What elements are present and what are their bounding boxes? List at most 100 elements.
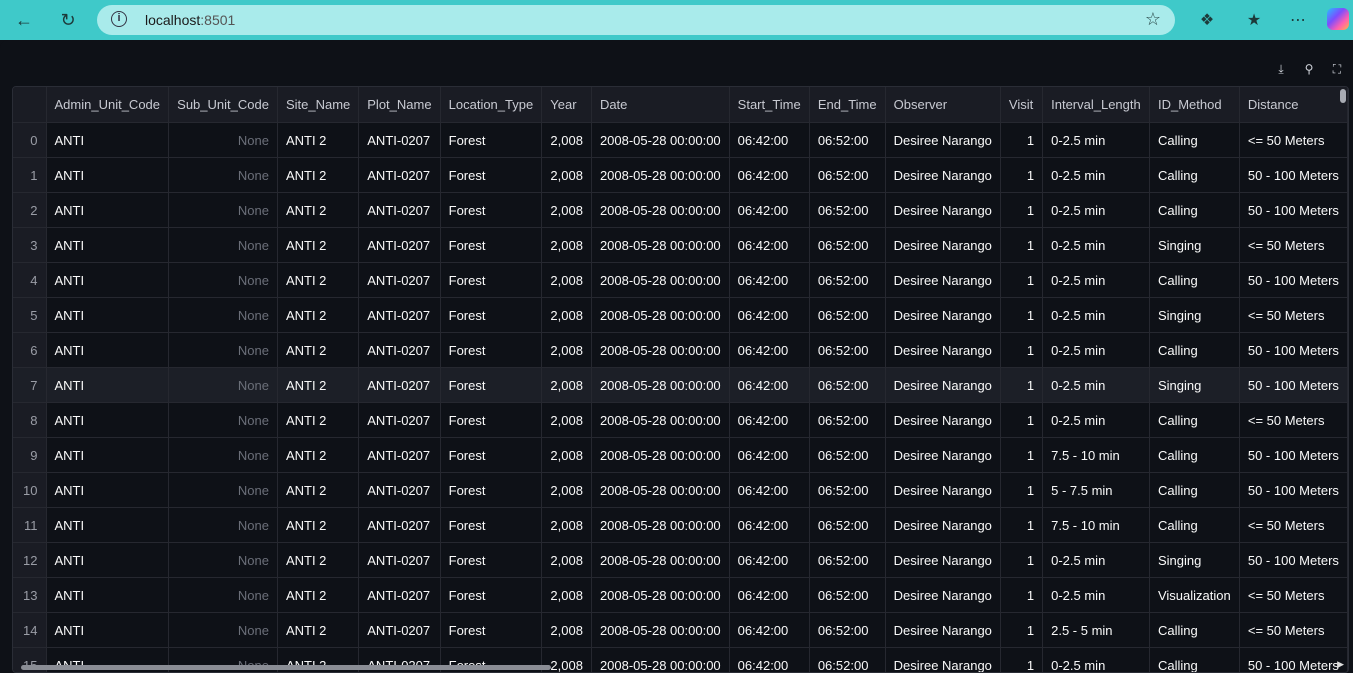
table-cell[interactable]: 5 - 7.5 min bbox=[1043, 473, 1150, 508]
row-index-cell[interactable]: 9 bbox=[13, 438, 46, 473]
table-cell[interactable]: 1 bbox=[1000, 263, 1042, 298]
table-cell[interactable]: 2008-05-28 00:00:00 bbox=[591, 228, 729, 263]
table-cell[interactable]: 06:42:00 bbox=[729, 368, 809, 403]
table-cell[interactable]: Desiree Narango bbox=[885, 158, 1000, 193]
table-cell[interactable]: ANTI-0207 bbox=[359, 193, 440, 228]
table-cell[interactable]: ANTI bbox=[46, 438, 169, 473]
table-cell[interactable]: 06:52:00 bbox=[809, 438, 885, 473]
table-cell[interactable]: 06:42:00 bbox=[729, 403, 809, 438]
table-cell[interactable]: Desiree Narango bbox=[885, 508, 1000, 543]
table-cell[interactable]: 1 bbox=[1000, 333, 1042, 368]
site-info-icon[interactable]: i bbox=[111, 11, 127, 27]
copilot-icon[interactable] bbox=[1327, 8, 1349, 30]
table-cell[interactable]: 50 - 100 Meters bbox=[1239, 648, 1347, 673]
table-cell[interactable]: Desiree Narango bbox=[885, 298, 1000, 333]
table-cell[interactable]: ANTI bbox=[46, 613, 169, 648]
address-bar[interactable]: i localhost:8501 ☆ bbox=[97, 5, 1175, 35]
column-header[interactable] bbox=[13, 87, 46, 123]
table-cell[interactable]: Forest bbox=[440, 578, 542, 613]
table-cell[interactable]: 06:52:00 bbox=[809, 508, 885, 543]
table-cell[interactable]: 06:52:00 bbox=[809, 648, 885, 673]
table-cell[interactable]: 2008-05-28 00:00:00 bbox=[591, 613, 729, 648]
table-cell[interactable]: 2008-05-28 00:00:00 bbox=[591, 648, 729, 673]
table-cell[interactable]: 1 bbox=[1000, 508, 1042, 543]
table-cell[interactable]: Forest bbox=[440, 158, 542, 193]
table-cell[interactable]: 2008-05-28 00:00:00 bbox=[591, 193, 729, 228]
table-cell[interactable]: Desiree Narango bbox=[885, 648, 1000, 673]
row-index-cell[interactable]: 10 bbox=[13, 473, 46, 508]
table-cell[interactable]: Desiree Narango bbox=[885, 543, 1000, 578]
table-cell[interactable]: None bbox=[169, 438, 278, 473]
table-cell[interactable]: 2008-05-28 00:00:00 bbox=[591, 578, 729, 613]
table-cell[interactable]: ANTI-0207 bbox=[359, 438, 440, 473]
table-cell[interactable]: ANTI 2 bbox=[277, 578, 358, 613]
table-cell[interactable]: 0-2.5 min bbox=[1043, 578, 1150, 613]
table-cell[interactable]: 2008-05-28 00:00:00 bbox=[591, 123, 729, 158]
table-cell[interactable]: 06:52:00 bbox=[809, 298, 885, 333]
row-index-cell[interactable]: 2 bbox=[13, 193, 46, 228]
table-cell[interactable]: Forest bbox=[440, 543, 542, 578]
table-cell[interactable]: 06:42:00 bbox=[729, 123, 809, 158]
table-cell[interactable]: ANTI 2 bbox=[277, 438, 358, 473]
table-cell[interactable]: Calling bbox=[1149, 613, 1239, 648]
table-cell[interactable]: ANTI-0207 bbox=[359, 263, 440, 298]
table-cell[interactable]: ANTI 2 bbox=[277, 403, 358, 438]
table-row[interactable]: 9ANTINoneANTI 2ANTI-0207Forest2,0082008-… bbox=[13, 438, 1348, 473]
table-cell[interactable]: ANTI-0207 bbox=[359, 578, 440, 613]
table-cell[interactable]: 2,008 bbox=[542, 543, 592, 578]
table-cell[interactable]: 50 - 100 Meters bbox=[1239, 263, 1347, 298]
table-cell[interactable]: Calling bbox=[1149, 438, 1239, 473]
row-index-cell[interactable]: 0 bbox=[13, 123, 46, 158]
table-cell[interactable]: 50 - 100 Meters bbox=[1239, 473, 1347, 508]
table-cell[interactable]: Calling bbox=[1149, 473, 1239, 508]
horizontal-scrollbar[interactable] bbox=[21, 665, 551, 670]
table-cell[interactable]: Calling bbox=[1149, 193, 1239, 228]
table-cell[interactable]: None bbox=[169, 158, 278, 193]
table-row[interactable]: 2ANTINoneANTI 2ANTI-0207Forest2,0082008-… bbox=[13, 193, 1348, 228]
table-cell[interactable]: 0-2.5 min bbox=[1043, 193, 1150, 228]
table-cell[interactable]: 0-2.5 min bbox=[1043, 158, 1150, 193]
table-cell[interactable]: ANTI bbox=[46, 473, 169, 508]
table-cell[interactable]: 06:52:00 bbox=[809, 263, 885, 298]
table-cell[interactable]: Desiree Narango bbox=[885, 368, 1000, 403]
table-cell[interactable]: None bbox=[169, 123, 278, 158]
row-index-cell[interactable]: 7 bbox=[13, 368, 46, 403]
table-cell[interactable]: 06:42:00 bbox=[729, 613, 809, 648]
table-cell[interactable]: Calling bbox=[1149, 123, 1239, 158]
table-cell[interactable]: None bbox=[169, 403, 278, 438]
row-index-cell[interactable]: 4 bbox=[13, 263, 46, 298]
column-header[interactable]: Sub_Unit_Code bbox=[169, 87, 278, 123]
table-row[interactable]: 11ANTINoneANTI 2ANTI-0207Forest2,0082008… bbox=[13, 508, 1348, 543]
table-cell[interactable]: ANTI bbox=[46, 228, 169, 263]
table-cell[interactable]: <= 50 Meters bbox=[1239, 298, 1347, 333]
column-header[interactable]: Visit bbox=[1000, 87, 1042, 123]
table-cell[interactable]: Forest bbox=[440, 333, 542, 368]
download-icon[interactable]: ⤓ bbox=[1271, 60, 1291, 78]
table-cell[interactable]: None bbox=[169, 298, 278, 333]
favorites-icon[interactable]: ★ bbox=[1242, 8, 1266, 32]
table-cell[interactable]: 1 bbox=[1000, 158, 1042, 193]
table-cell[interactable]: ANTI-0207 bbox=[359, 473, 440, 508]
row-index-cell[interactable]: 5 bbox=[13, 298, 46, 333]
favorite-star-icon[interactable]: ☆ bbox=[1145, 9, 1161, 30]
table-cell[interactable]: 06:52:00 bbox=[809, 193, 885, 228]
table-cell[interactable]: <= 50 Meters bbox=[1239, 508, 1347, 543]
table-cell[interactable]: ANTI bbox=[46, 298, 169, 333]
table-cell[interactable]: 06:52:00 bbox=[809, 333, 885, 368]
table-cell[interactable]: <= 50 Meters bbox=[1239, 613, 1347, 648]
column-header[interactable]: Distance bbox=[1239, 87, 1347, 123]
table-cell[interactable]: 2008-05-28 00:00:00 bbox=[591, 263, 729, 298]
table-cell[interactable]: 0-2.5 min bbox=[1043, 403, 1150, 438]
table-cell[interactable]: ANTI 2 bbox=[277, 193, 358, 228]
table-cell[interactable]: Desiree Narango bbox=[885, 403, 1000, 438]
fullscreen-icon[interactable]: ⛶ bbox=[1327, 60, 1347, 78]
table-cell[interactable]: 06:42:00 bbox=[729, 228, 809, 263]
dataframe[interactable]: Admin_Unit_CodeSub_Unit_CodeSite_NamePlo… bbox=[12, 86, 1349, 673]
row-index-cell[interactable]: 12 bbox=[13, 543, 46, 578]
table-cell[interactable]: ANTI bbox=[46, 263, 169, 298]
table-cell[interactable]: 2.5 - 5 min bbox=[1043, 613, 1150, 648]
table-cell[interactable]: Forest bbox=[440, 193, 542, 228]
column-header[interactable]: Observer bbox=[885, 87, 1000, 123]
table-cell[interactable]: 2,008 bbox=[542, 613, 592, 648]
table-cell[interactable]: Desiree Narango bbox=[885, 438, 1000, 473]
